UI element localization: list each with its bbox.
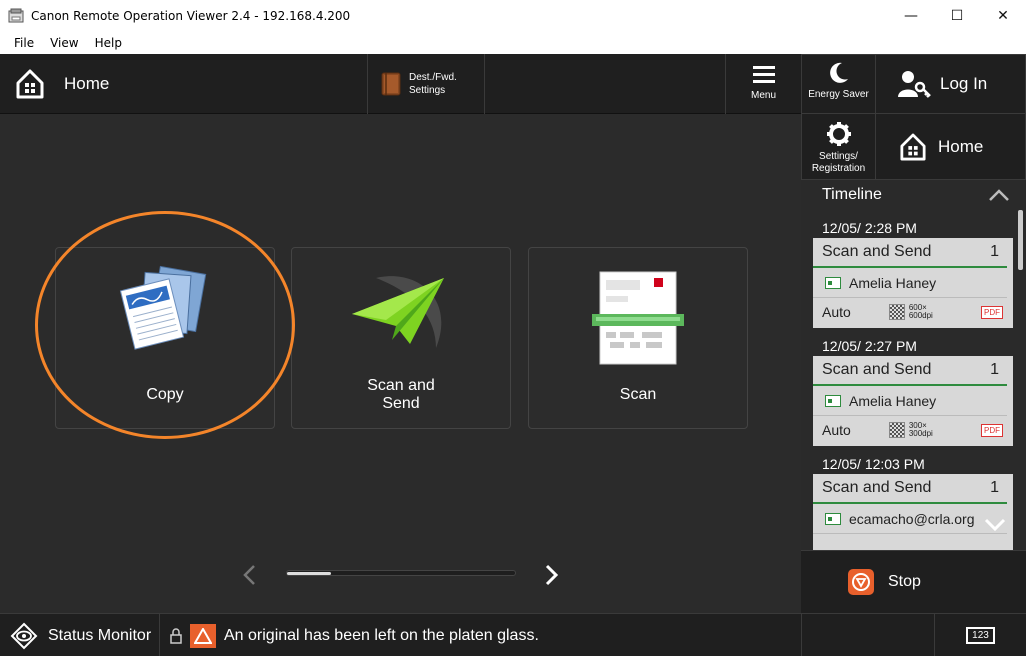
- timeline-scrollbar[interactable]: [1018, 210, 1023, 270]
- job-type: Scan and Send: [822, 361, 932, 378]
- user-card-icon: [825, 276, 841, 289]
- status-monitor-button[interactable]: Status Monitor: [0, 614, 160, 656]
- home-icon: [16, 69, 44, 99]
- numeric-keypad-button[interactable]: 123: [934, 614, 1026, 656]
- timeline-entry-time: 12/05/ 12:03 PM: [822, 456, 925, 472]
- moon-icon: [829, 62, 848, 83]
- pdf-badge: PDF: [981, 305, 1003, 319]
- menu-button[interactable]: Menu: [725, 54, 801, 114]
- resolution-icon: [888, 304, 905, 320]
- window-titlebar: Canon Remote Operation Viewer 2.4 - 192.…: [0, 0, 1026, 32]
- energy-saver-label: Energy Saver: [808, 89, 869, 100]
- job-mode: Auto: [822, 304, 851, 320]
- job-count: 1: [990, 361, 999, 378]
- job-type: Scan and Send: [822, 243, 932, 260]
- chevron-right-icon[interactable]: [543, 564, 561, 586]
- timeline-job-card[interactable]: Scan and Send 1 ecamacho@crla.org: [813, 474, 1013, 550]
- timeline-panel[interactable]: Timeline 12/05/ 2:28 PM Scan and Send 1 A…: [801, 180, 1026, 550]
- job-count: 1: [990, 479, 999, 496]
- timeline-entry-time: 12/05/ 2:28 PM: [822, 220, 917, 236]
- warning-icon: [190, 623, 216, 648]
- dest-fwd-label: Dest./Fwd. Settings: [409, 72, 457, 96]
- status-monitor-label: Status Monitor: [48, 626, 152, 644]
- status-bar: Status Monitor An original has been left…: [0, 613, 1026, 656]
- job-count: 1: [990, 243, 999, 260]
- scan-and-send-tile[interactable]: Scan and Send: [291, 247, 511, 429]
- gear-icon: [826, 122, 851, 146]
- dest-fwd-settings-button[interactable]: Dest./Fwd. Settings: [367, 54, 485, 114]
- scanner-icon: [592, 271, 684, 365]
- status-divider: [801, 614, 802, 656]
- menu-help[interactable]: Help: [87, 36, 130, 50]
- user-card-icon: [825, 512, 841, 525]
- copy-highlight-circle: [35, 211, 295, 439]
- menu-label: Menu: [750, 90, 776, 101]
- home-right-label: Home: [938, 136, 984, 156]
- job-user: Amelia Haney: [849, 392, 937, 409]
- stop-button[interactable]: Stop: [801, 550, 1026, 613]
- resolution-icon: [888, 422, 905, 438]
- hamburger-icon: [752, 66, 775, 83]
- page-indicator: [286, 570, 516, 576]
- scan-tile[interactable]: Scan: [528, 247, 748, 429]
- menubar: File View Help: [0, 32, 1026, 54]
- home-label: Home: [64, 74, 110, 93]
- status-message-text: An original has been left on the platen …: [224, 626, 539, 644]
- chevron-up-icon[interactable]: [988, 188, 1010, 202]
- settings-registration-label: Settings/ Registration: [811, 151, 866, 174]
- menu-view[interactable]: View: [42, 36, 86, 50]
- timeline-title: Timeline: [822, 186, 882, 203]
- page-indicator-thumb: [287, 572, 331, 575]
- job-type: Scan and Send: [822, 479, 932, 496]
- timeline-job-card[interactable]: Scan and Send 1 Amelia Haney Auto 600× 60…: [813, 238, 1013, 328]
- lock-icon: [170, 627, 182, 644]
- chevron-left-icon[interactable]: [240, 564, 258, 586]
- home-right-button[interactable]: Home: [875, 113, 1026, 180]
- window-title: Canon Remote Operation Viewer 2.4 - 192.…: [31, 9, 351, 23]
- energy-saver-button[interactable]: Energy Saver: [801, 54, 876, 114]
- device-screen: Home Dest./Fwd. Settings Menu Energy Sav…: [0, 54, 1026, 656]
- user-card-icon: [825, 394, 841, 407]
- job-user: Amelia Haney: [849, 274, 937, 291]
- maximize-button[interactable]: ☐: [934, 0, 980, 32]
- app-icon: [8, 8, 24, 23]
- paper-plane-icon: [352, 276, 444, 348]
- timeline-job-card[interactable]: Scan and Send 1 Amelia Haney Auto 300× 30…: [813, 356, 1013, 446]
- menu-file[interactable]: File: [0, 36, 42, 50]
- job-user: ecamacho@crla.org: [849, 510, 975, 527]
- job-resolution: 300× 300dpi: [908, 421, 933, 438]
- settings-registration-button[interactable]: Settings/ Registration: [801, 113, 876, 180]
- close-button[interactable]: ✕: [980, 0, 1026, 32]
- home-button[interactable]: Home: [0, 54, 200, 114]
- stop-icon: [848, 569, 874, 595]
- home-icon: [900, 133, 926, 160]
- scan-label: Scan: [619, 386, 657, 403]
- top-bar: Home Dest./Fwd. Settings Menu: [0, 54, 801, 114]
- chevron-down-icon[interactable]: [984, 518, 1006, 532]
- address-book-icon: [381, 72, 401, 96]
- status-message[interactable]: An original has been left on the platen …: [170, 614, 539, 656]
- scan-and-send-label: Scan and Send: [367, 377, 435, 412]
- timeline-entry-time: 12/05/ 2:27 PM: [822, 338, 917, 354]
- log-in-label: Log In: [940, 74, 988, 93]
- keypad-icon: 123: [966, 627, 995, 644]
- status-monitor-icon: [10, 622, 38, 649]
- job-resolution: 600× 600dpi: [908, 303, 933, 320]
- log-in-button[interactable]: Log In: [875, 54, 1026, 114]
- user-key-icon: [898, 71, 931, 98]
- stop-label: Stop: [888, 573, 921, 590]
- job-mode: Auto: [822, 422, 851, 438]
- pdf-badge: PDF: [981, 423, 1003, 437]
- minimize-button[interactable]: —: [888, 0, 934, 32]
